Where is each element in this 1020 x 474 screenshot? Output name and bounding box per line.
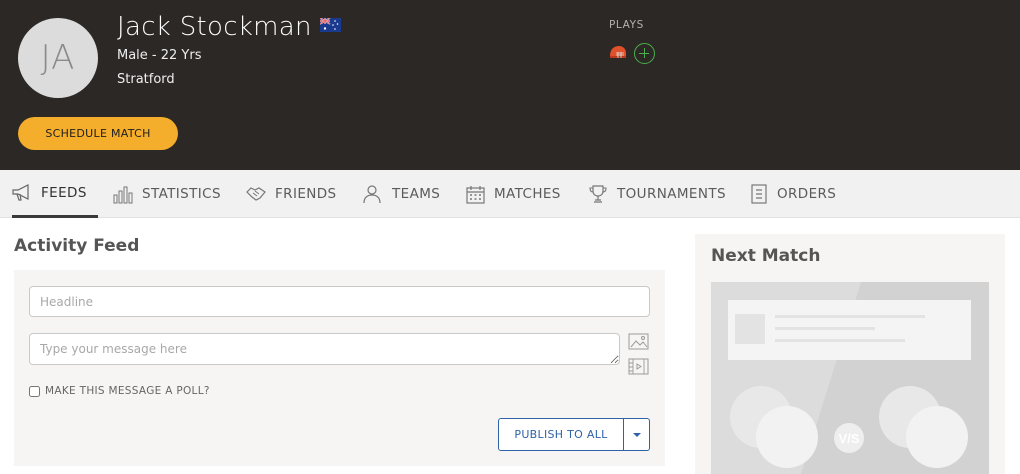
next-match-placeholder: V/S [711, 282, 989, 474]
avatar[interactable]: JA [18, 18, 98, 98]
tab-feeds[interactable]: FEEDS [12, 170, 98, 218]
people-icon [363, 185, 381, 204]
megaphone-icon [12, 183, 29, 201]
tab-teams[interactable]: TEAMS [361, 170, 440, 218]
add-sport-icon[interactable] [634, 43, 655, 64]
bar-chart-icon [113, 186, 133, 204]
message-input[interactable] [29, 333, 620, 365]
publish-to-all-button[interactable]: PUBLISH TO ALL [498, 418, 624, 451]
tab-label: ORDERS [777, 186, 837, 202]
tab-label: TEAMS [392, 186, 441, 202]
tab-label: FRIENDS [275, 186, 337, 202]
tab-label: TOURNAMENTS [617, 186, 726, 202]
vs-label: V/S [839, 431, 860, 446]
tab-statistics[interactable]: STATISTICS [113, 170, 221, 218]
cricket-helmet-icon[interactable] [608, 44, 628, 62]
tab-label: STATISTICS [142, 186, 221, 202]
gender-age: Male - 22 Yrs [117, 48, 202, 63]
tab-friends[interactable]: FRIENDS [246, 170, 337, 218]
poll-label: MAKE THIS MESSAGE A POLL? [45, 385, 210, 397]
poll-option[interactable]: MAKE THIS MESSAGE A POLL? [29, 385, 210, 397]
poll-checkbox[interactable] [29, 385, 40, 397]
tab-orders[interactable]: ORDERS [750, 170, 836, 218]
post-composer: MAKE THIS MESSAGE A POLL? PUBLISH TO ALL [14, 270, 665, 466]
attach-image-icon[interactable] [628, 333, 650, 351]
tab-label: FEEDS [41, 184, 87, 201]
schedule-match-button[interactable]: SCHEDULE MATCH [18, 117, 178, 150]
profile-tab-bar: FEEDS STATISTICS FRIENDS TEAMS MATCHES T… [0, 170, 1020, 218]
tab-matches[interactable]: MATCHES [466, 170, 561, 218]
plays-label: PLAYS [609, 19, 644, 31]
publish-options-dropdown[interactable] [624, 418, 650, 451]
player-name: Jack Stockman [117, 12, 341, 42]
activity-feed-title: Activity Feed [14, 236, 140, 256]
receipt-icon [751, 184, 767, 204]
player-name-text: Jack Stockman [117, 12, 312, 42]
calendar-icon [466, 185, 485, 204]
attach-video-icon[interactable] [628, 358, 650, 376]
next-match-panel: Next Match V/S [695, 234, 1005, 474]
profile-header: JA Jack Stockman Male - 22 Yrs Stratford… [0, 0, 1020, 170]
trophy-icon [589, 185, 607, 203]
tab-tournaments[interactable]: TOURNAMENTS [588, 170, 726, 218]
handshake-icon [246, 187, 266, 201]
next-match-title: Next Match [711, 246, 821, 266]
location: Stratford [117, 72, 175, 87]
tab-label: MATCHES [494, 186, 561, 202]
headline-input[interactable] [29, 286, 650, 317]
australia-flag-icon [319, 17, 341, 32]
publish-button-group: PUBLISH TO ALL [498, 418, 650, 451]
